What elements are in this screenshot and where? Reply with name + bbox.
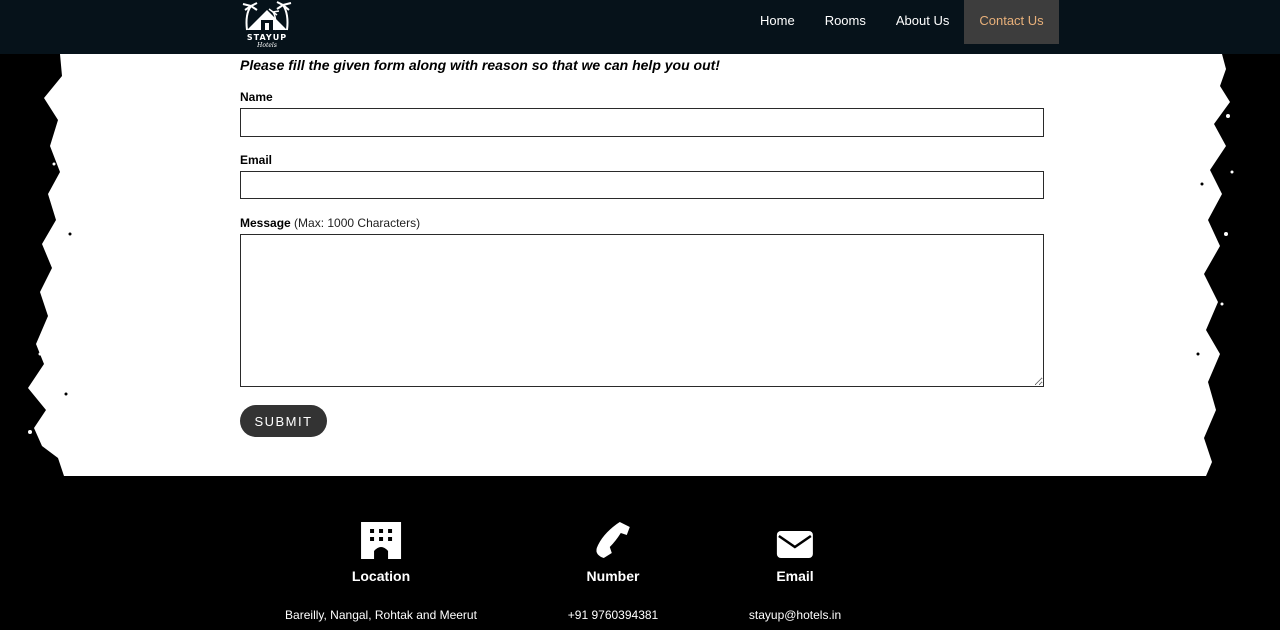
location-title: Location xyxy=(351,568,411,584)
nav-link-about-us[interactable]: About Us xyxy=(881,0,964,44)
email-label: Email xyxy=(240,153,273,167)
name-label: Name xyxy=(240,90,273,104)
logo-tagline: Hotels xyxy=(257,42,277,49)
site-logo[interactable]: STAYUP Hotels xyxy=(240,0,294,52)
nav-link-home[interactable]: Home xyxy=(745,0,810,44)
number-title: Number xyxy=(586,568,640,584)
submit-button[interactable]: SUBMIT xyxy=(240,405,327,437)
nav-link-rooms[interactable]: Rooms xyxy=(810,0,881,44)
message-hint: (Max: 1000 Characters) xyxy=(294,216,421,230)
envelope-icon xyxy=(776,519,814,559)
location-value: Bareilly, Nangal, Rohtak and Meerut xyxy=(285,608,477,622)
email-info: Email stayup@hotels.in xyxy=(749,476,841,630)
location-info: Location Bareilly, Nangal, Rohtak and Me… xyxy=(285,476,477,630)
hotel-logo-icon xyxy=(242,1,292,31)
message-label-text: Message xyxy=(240,216,291,230)
message-label: Message (Max: 1000 Characters) xyxy=(240,216,420,230)
number-info: Number +91 9760394381 xyxy=(568,476,658,630)
nav-link-contact-us[interactable]: Contact Us xyxy=(964,0,1059,44)
name-input[interactable] xyxy=(240,108,1044,137)
email-input[interactable] xyxy=(240,171,1044,199)
number-value[interactable]: +91 9760394381 xyxy=(568,608,658,622)
logo-name: STAYUP xyxy=(246,33,288,42)
phone-icon xyxy=(594,519,632,559)
building-icon xyxy=(360,519,402,559)
email-value[interactable]: stayup@hotels.in xyxy=(749,608,841,622)
navbar: STAYUP Hotels Home Rooms About Us Contac… xyxy=(0,0,1280,54)
email-title: Email xyxy=(776,568,814,584)
main-nav: Home Rooms About Us Contact Us xyxy=(745,0,1059,44)
footer: Location Bareilly, Nangal, Rohtak and Me… xyxy=(0,476,1280,630)
form-intro-text: Please fill the given form along with re… xyxy=(240,57,720,73)
message-textarea[interactable] xyxy=(240,234,1044,387)
